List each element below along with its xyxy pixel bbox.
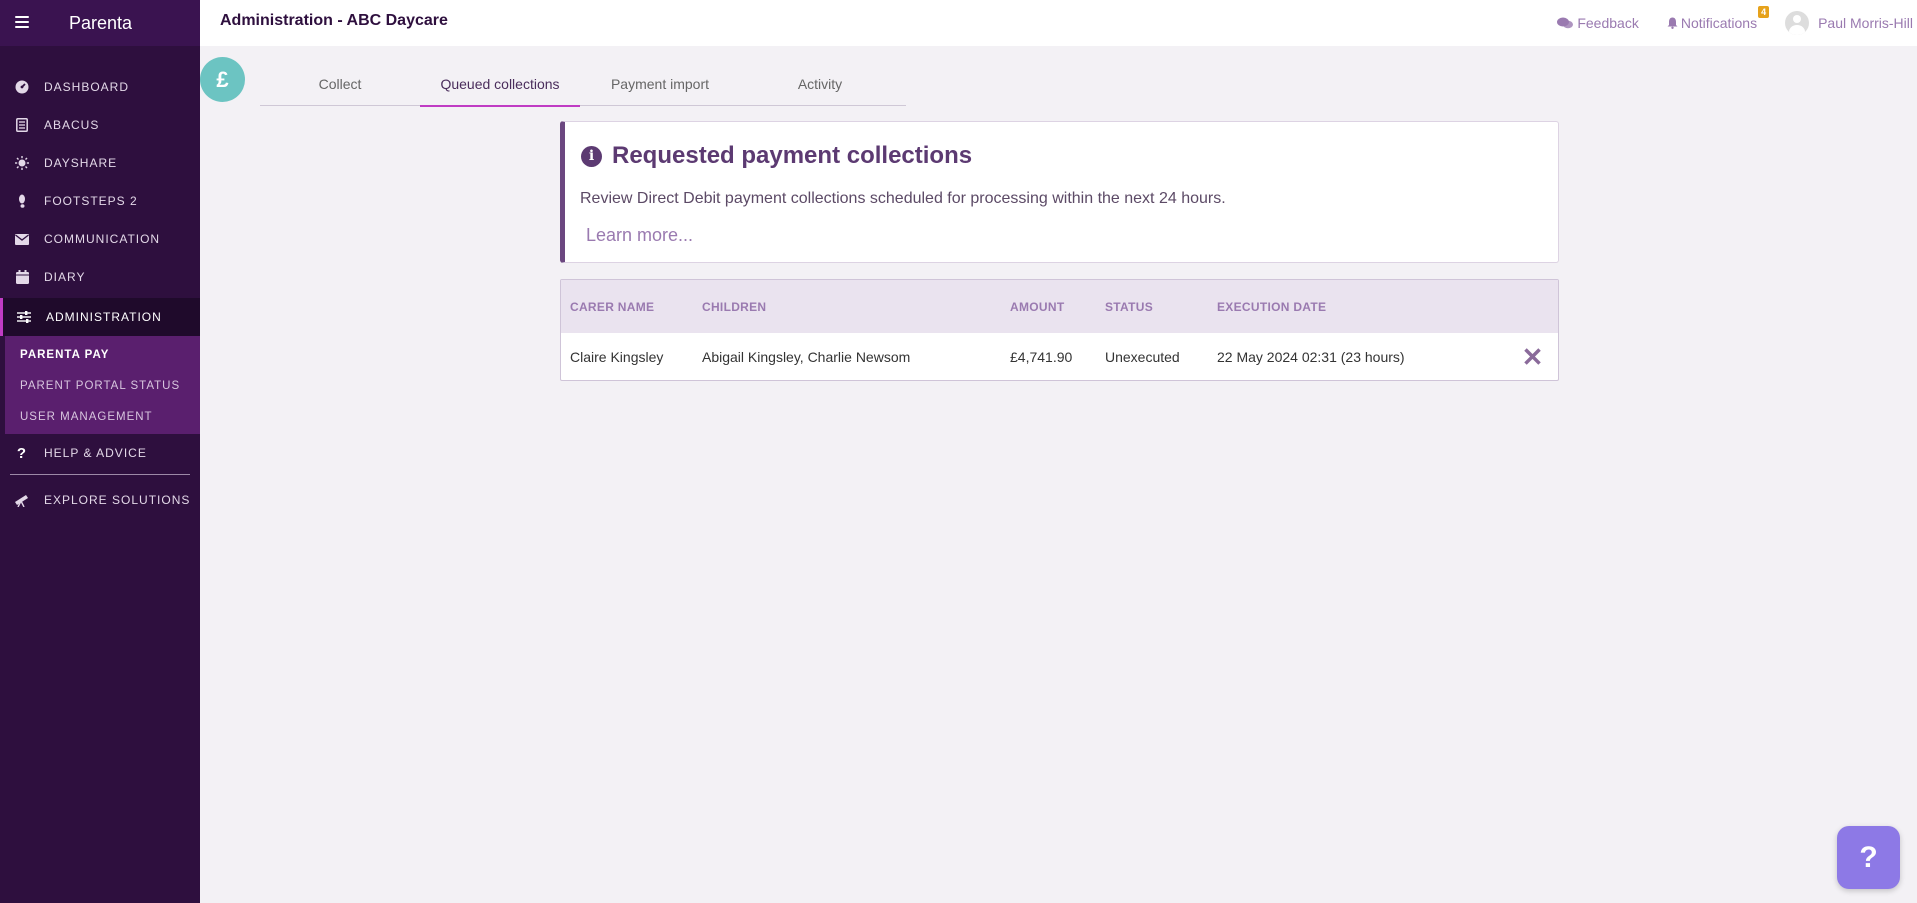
cell-carer-name: Claire Kingsley bbox=[570, 348, 664, 365]
tab-queued-collections[interactable]: Queued collections bbox=[420, 61, 580, 107]
info-circle-icon: i bbox=[581, 145, 602, 167]
sidebar-item-dashboard[interactable]: DASHBOARD bbox=[0, 68, 200, 106]
sliders-icon bbox=[16, 309, 32, 325]
tab-collect[interactable]: Collect bbox=[260, 61, 420, 106]
user-menu[interactable]: Paul Morris-Hill bbox=[1785, 11, 1917, 35]
sidebar-item-label: HELP & ADVICE bbox=[44, 446, 147, 460]
sidebar-item-label: ADMINISTRATION bbox=[46, 310, 162, 324]
sidebar-item-help-advice[interactable]: ? HELP & ADVICE bbox=[0, 434, 200, 472]
sidebar-item-abacus[interactable]: ABACUS bbox=[0, 106, 200, 144]
notifications-label: Notifications bbox=[1680, 15, 1758, 31]
notifications-badge: 4 bbox=[1758, 6, 1770, 18]
page-title: Administration - ABC Daycare bbox=[220, 12, 448, 29]
pound-section-icon: £ bbox=[200, 57, 245, 102]
chat-bubbles-icon bbox=[1557, 17, 1574, 29]
column-header-execution-date[interactable]: EXECUTION DATE bbox=[1217, 280, 1507, 333]
queued-collections-table: CARER NAME CHILDREN AMOUNT STATUS EXECUT… bbox=[560, 279, 1559, 381]
sidebar-item-explore-solutions[interactable]: EXPLORE SOLUTIONS bbox=[0, 481, 200, 519]
gauge-icon bbox=[14, 79, 30, 95]
cell-execution-date: 22 May 2024 02:31 (23 hours) bbox=[1217, 348, 1405, 365]
submenu-item-user-management[interactable]: USER MANAGEMENT bbox=[5, 401, 200, 432]
sidebar-item-administration[interactable]: ADMINISTRATION bbox=[0, 298, 200, 336]
tab-payment-import[interactable]: Payment import bbox=[580, 61, 740, 106]
table-row: Claire Kingsley Abigail Kingsley, Charli… bbox=[561, 333, 1558, 380]
column-header-children[interactable]: CHILDREN bbox=[702, 280, 1010, 333]
telescope-icon bbox=[14, 492, 30, 508]
sidebar-item-label: DIARY bbox=[44, 270, 86, 284]
cell-status: Unexecuted bbox=[1105, 348, 1180, 365]
sidebar-item-label: FOOTSTEPS 2 bbox=[44, 194, 138, 208]
help-chat-button[interactable]: ? bbox=[1837, 826, 1900, 889]
column-header-carer-name[interactable]: CARER NAME bbox=[561, 280, 702, 333]
sidebar-item-label: ABACUS bbox=[44, 118, 100, 132]
abacus-icon bbox=[14, 117, 30, 133]
notifications-link[interactable]: Notifications 4 bbox=[1667, 6, 1770, 31]
question-icon: ? bbox=[16, 444, 28, 462]
tab-bar: Collect Queued collections Payment impor… bbox=[260, 61, 906, 107]
sidebar-item-label: EXPLORE SOLUTIONS bbox=[44, 493, 191, 507]
submenu-item-parent-portal-status[interactable]: PARENT PORTAL STATUS bbox=[5, 370, 200, 401]
table-header-row: CARER NAME CHILDREN AMOUNT STATUS EXECUT… bbox=[561, 280, 1558, 333]
footprint-icon bbox=[14, 193, 30, 209]
sidebar-item-label: DASHBOARD bbox=[44, 80, 130, 94]
column-header-amount[interactable]: AMOUNT bbox=[1010, 280, 1105, 333]
cell-actions: ✕ bbox=[1507, 333, 1558, 380]
envelope-icon bbox=[14, 231, 30, 247]
info-card: i Requested payment collections Review D… bbox=[560, 121, 1559, 263]
sidebar: Parenta DASHBOARD ABACUS DAYSHARE FOOTST… bbox=[0, 0, 200, 903]
info-title-text: Requested payment collections bbox=[612, 142, 973, 169]
calendar-icon bbox=[14, 269, 30, 285]
feedback-label: Feedback bbox=[1577, 15, 1639, 31]
tab-activity[interactable]: Activity bbox=[740, 61, 900, 106]
submenu-item-parenta-pay[interactable]: PARENTA PAY bbox=[5, 339, 200, 370]
sidebar-header: Parenta bbox=[0, 0, 200, 46]
info-description: Review Direct Debit payment collections … bbox=[580, 190, 1226, 207]
feedback-link[interactable]: Feedback bbox=[1557, 15, 1639, 31]
sidebar-divider bbox=[10, 474, 190, 475]
top-bar: Administration - ABC Daycare Feedback No… bbox=[200, 0, 1917, 46]
sun-icon bbox=[14, 155, 30, 171]
learn-more-link[interactable]: Learn more... bbox=[586, 225, 693, 246]
avatar bbox=[1785, 11, 1810, 35]
user-name: Paul Morris-Hill bbox=[1818, 15, 1913, 31]
hamburger-menu-icon[interactable] bbox=[15, 16, 29, 28]
sidebar-item-label: DAYSHARE bbox=[44, 156, 118, 170]
top-right-actions: Feedback Notifications 4 Paul Morris-Hil… bbox=[1557, 0, 1917, 46]
cell-children: Abigail Kingsley, Charlie Newsom bbox=[702, 348, 911, 365]
column-header-actions bbox=[1507, 280, 1558, 333]
sidebar-item-diary[interactable]: DIARY bbox=[0, 258, 200, 296]
cell-amount: £4,741.90 bbox=[1010, 348, 1073, 365]
bell-icon bbox=[1667, 17, 1678, 29]
remove-collection-close-icon[interactable]: ✕ bbox=[1522, 342, 1544, 372]
administration-submenu: PARENTA PAY PARENT PORTAL STATUS USER MA… bbox=[5, 336, 200, 434]
sidebar-item-dayshare[interactable]: DAYSHARE bbox=[0, 144, 200, 182]
sidebar-item-footsteps[interactable]: FOOTSTEPS 2 bbox=[0, 182, 200, 220]
column-header-status[interactable]: STATUS bbox=[1105, 280, 1217, 333]
brand-logo: Parenta bbox=[69, 13, 133, 33]
sidebar-item-communication[interactable]: COMMUNICATION bbox=[0, 220, 200, 258]
sidebar-nav: DASHBOARD ABACUS DAYSHARE FOOTSTEPS 2 CO… bbox=[0, 68, 200, 519]
info-heading: i Requested payment collections bbox=[581, 142, 972, 170]
sidebar-item-label: COMMUNICATION bbox=[44, 232, 161, 246]
